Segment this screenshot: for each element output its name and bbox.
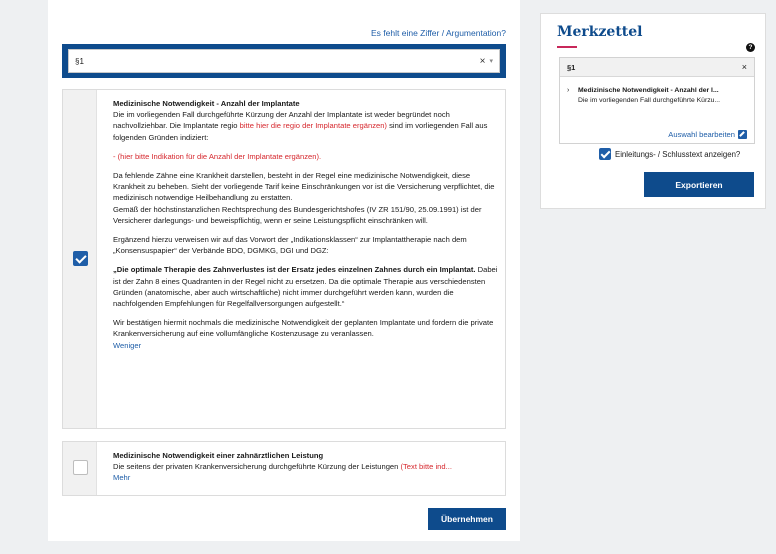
merkzettel-title: Merkzettel: [557, 24, 643, 40]
item-title: Medizinische Notwendigkeit einer zahnärz…: [113, 451, 324, 460]
item-quote: „Die optimale Therapie des Zahnverlustes…: [113, 264, 499, 309]
merkzettel-entry[interactable]: › Medizinische Notwendigkeit - Anzahl de…: [560, 77, 754, 105]
collapse-link[interactable]: Weniger: [113, 340, 499, 351]
placeholder-text: (Text bitte ind...: [400, 462, 452, 472]
intro-outro-option[interactable]: Einleitungs- / Schlusstext anzeigen?: [599, 148, 740, 160]
item-content: Medizinische Notwendigkeit - Anzahl der …: [113, 98, 499, 359]
merkzettel-box-header: §1 ×: [560, 58, 754, 77]
item-title: Medizinische Notwendigkeit - Anzahl der …: [113, 99, 300, 108]
merkzettel-box: §1 × › Medizinische Notwendigkeit - Anza…: [559, 57, 755, 144]
item-text: Die seitens der privaten Krankenversiche…: [113, 462, 401, 472]
item-paragraph: Wir bestätigen hiermit nochmals die medi…: [113, 318, 494, 339]
main-panel: Es fehlt eine Ziffer / Argumentation? §1…: [48, 0, 520, 541]
entry-title: Medizinische Notwendigkeit - Anzahl der …: [578, 87, 719, 94]
clear-icon[interactable]: ×: [480, 56, 486, 67]
item-content: Medizinische Notwendigkeit einer zahnärz…: [113, 450, 499, 492]
item-checkbox[interactable]: [73, 251, 88, 266]
title-underline: [557, 46, 577, 48]
intro-outro-label: Einleitungs- / Schlusstext anzeigen?: [615, 149, 741, 159]
merkzettel-box-title: §1: [567, 62, 576, 72]
help-icon[interactable]: ?: [746, 43, 755, 52]
item-paragraph: Gemäß der höchstinstanzlichen Rechtsprec…: [113, 204, 482, 225]
paragraph-select[interactable]: §1 × ▾: [68, 49, 500, 73]
entry-text: Die im vorliegenden Fall durchgeführte K…: [578, 96, 721, 104]
chevron-right-icon: ›: [567, 87, 570, 94]
argument-item: Medizinische Notwendigkeit einer zahnärz…: [62, 441, 506, 496]
edit-icon: [738, 130, 747, 139]
quote-bold-text: „Die optimale Therapie des Zahnverlustes…: [113, 265, 476, 275]
edit-selection-label: Auswahl bearbeiten: [668, 130, 735, 139]
item-select-column: [63, 90, 97, 428]
item-paragraph: Die seitens der privaten Krankenversiche…: [113, 461, 499, 472]
apply-button[interactable]: Übernehmen: [428, 508, 506, 530]
placeholder-text: bitte hier die regio der Implantate ergä…: [239, 121, 387, 131]
missing-argument-link[interactable]: Es fehlt eine Ziffer / Argumentation?: [371, 28, 506, 38]
item-paragraph: Da fehlende Zähne eine Krankheit darstel…: [113, 171, 495, 203]
export-button[interactable]: Exportieren: [644, 172, 754, 197]
paragraph-select-value: §1: [75, 56, 84, 66]
item-select-column: [63, 442, 97, 495]
chevron-down-icon[interactable]: ▾: [489, 57, 493, 65]
expand-link[interactable]: Mehr: [113, 472, 499, 483]
intro-outro-checkbox[interactable]: [599, 148, 611, 160]
paragraph-select-wrapper: §1 × ▾: [62, 44, 506, 78]
close-icon[interactable]: ×: [742, 62, 747, 72]
placeholder-text: - (hier bitte Indikation für die Anzahl …: [113, 151, 322, 161]
edit-selection-link[interactable]: Auswahl bearbeiten: [668, 130, 747, 139]
merkzettel-panel: Merkzettel ? §1 × › Medizinische Notwend…: [540, 13, 766, 209]
item-paragraph: Die im vorliegenden Fall durchgeführte K…: [113, 109, 499, 143]
item-paragraph: Ergänzend hierzu verweisen wir auf das V…: [113, 235, 467, 256]
item-checkbox[interactable]: [73, 460, 88, 475]
argument-item: Medizinische Notwendigkeit - Anzahl der …: [62, 89, 506, 429]
